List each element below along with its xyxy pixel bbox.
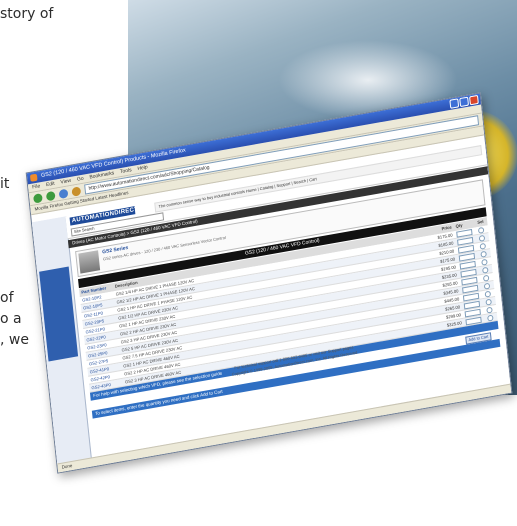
maximize-icon[interactable] (459, 96, 470, 108)
sidebar-nav[interactable] (39, 266, 79, 362)
select-radio[interactable] (482, 266, 489, 274)
select-radio[interactable] (485, 298, 492, 306)
select-radio[interactable] (481, 258, 488, 266)
back-icon[interactable] (32, 192, 43, 204)
select-radio[interactable] (483, 282, 491, 290)
forward-icon[interactable] (45, 190, 56, 201)
select-radio[interactable] (484, 290, 492, 298)
product-image (78, 250, 101, 274)
select-radio[interactable] (479, 242, 487, 250)
select-radio[interactable] (480, 250, 487, 258)
reload-icon[interactable] (58, 188, 69, 199)
firefox-icon (29, 173, 38, 182)
menu-edit[interactable]: Edit (46, 180, 55, 189)
menu-go[interactable]: Go (77, 175, 84, 184)
minimize-icon[interactable] (449, 98, 460, 109)
home-icon[interactable] (71, 185, 82, 197)
select-radio[interactable] (477, 226, 485, 234)
close-icon[interactable] (469, 94, 479, 106)
menu-file[interactable]: File (32, 182, 41, 191)
select-radio[interactable] (486, 306, 493, 314)
select-radio[interactable] (478, 234, 486, 242)
browser-window: GS2 (120 / 460 VAC VFD Control) Products… (25, 92, 513, 474)
select-radio[interactable] (482, 274, 490, 282)
